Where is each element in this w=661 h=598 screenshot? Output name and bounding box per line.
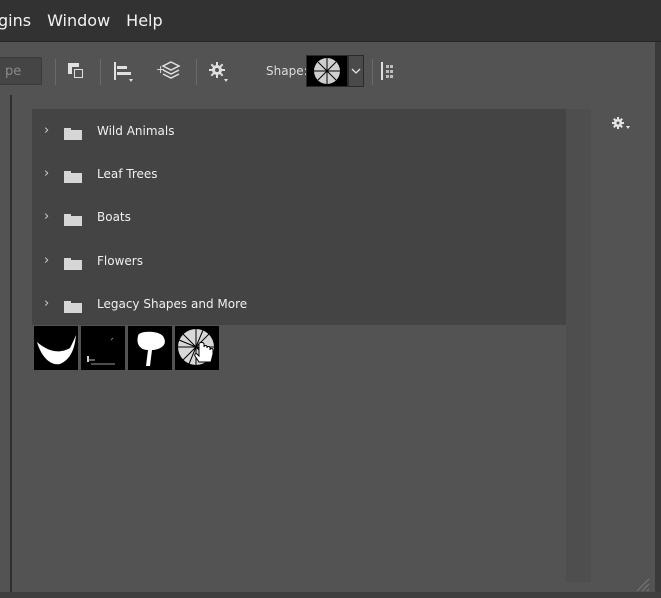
gear-icon (612, 117, 630, 129)
panel-menu-button[interactable] (609, 114, 635, 134)
menu-bar: gins Window Help (0, 0, 661, 41)
folder-icon (64, 125, 82, 140)
shape-group-label: Boats (97, 209, 131, 224)
chevron-right-icon[interactable]: › (44, 166, 54, 181)
shape-picker[interactable] (306, 55, 348, 87)
panel-bottom-edge (0, 592, 661, 598)
shape-group-label: Leaf Trees (97, 166, 158, 181)
tree-shape-thumb[interactable] (128, 326, 172, 370)
starburst-shape-thumb[interactable] (175, 326, 219, 370)
chevron-down-icon (351, 68, 361, 74)
chevron-right-icon[interactable]: › (44, 253, 54, 268)
menu-help[interactable]: Help (118, 11, 170, 30)
menu-plugins[interactable]: gins (0, 11, 39, 30)
chevron-right-icon[interactable]: › (44, 296, 54, 311)
shape-group-leaf-trees[interactable]: › Leaf Trees (32, 152, 566, 195)
shape-dropdown-button[interactable] (348, 55, 364, 87)
shape-thumbnails (34, 326, 219, 370)
panel-left-edge (10, 95, 12, 592)
combine-layers-icon[interactable]: + (155, 58, 181, 84)
panel-right-edge (655, 42, 661, 598)
shape-label: Shape: (266, 64, 308, 78)
gear-icon[interactable] (205, 58, 231, 84)
folder-icon (64, 298, 82, 313)
chevron-right-icon[interactable]: › (44, 123, 54, 138)
toolbar-divider (372, 59, 373, 85)
align-icon[interactable] (110, 58, 136, 84)
toolbar-divider (100, 59, 101, 85)
options-bar: pe + Shape: (0, 42, 661, 95)
toolbar-divider (196, 59, 197, 85)
shape-group-flowers[interactable]: › Flowers (32, 239, 566, 282)
shape-group-boats[interactable]: › Boats (32, 195, 566, 238)
folder-icon (64, 211, 82, 226)
shape-group-wild-animals[interactable]: › Wild Animals (32, 109, 566, 152)
panel-scrollbar[interactable] (566, 109, 591, 582)
toolbar-divider (55, 59, 56, 85)
chevron-right-icon[interactable]: › (44, 209, 54, 224)
shape-groups-list: › Wild Animals › Leaf Trees › Boats › Fl… (32, 109, 566, 325)
menu-window[interactable]: Window (39, 11, 118, 30)
starburst-icon (314, 58, 340, 84)
shape-group-label: Wild Animals (97, 123, 175, 138)
grass-shape-thumb[interactable] (81, 326, 125, 370)
shape-group-label: Legacy Shapes and More (97, 296, 248, 311)
fish-shape-thumb[interactable] (34, 326, 78, 370)
mode-field[interactable]: pe (0, 57, 42, 85)
shape-group-label: Flowers (97, 253, 143, 268)
folder-icon (64, 168, 82, 183)
shape-group-legacy-shapes[interactable]: › Legacy Shapes and More (32, 282, 566, 325)
path-options-icon[interactable] (378, 58, 404, 84)
arrange-shapes-icon[interactable] (64, 58, 90, 84)
resize-grip[interactable] (633, 577, 651, 592)
folder-icon (64, 255, 82, 270)
